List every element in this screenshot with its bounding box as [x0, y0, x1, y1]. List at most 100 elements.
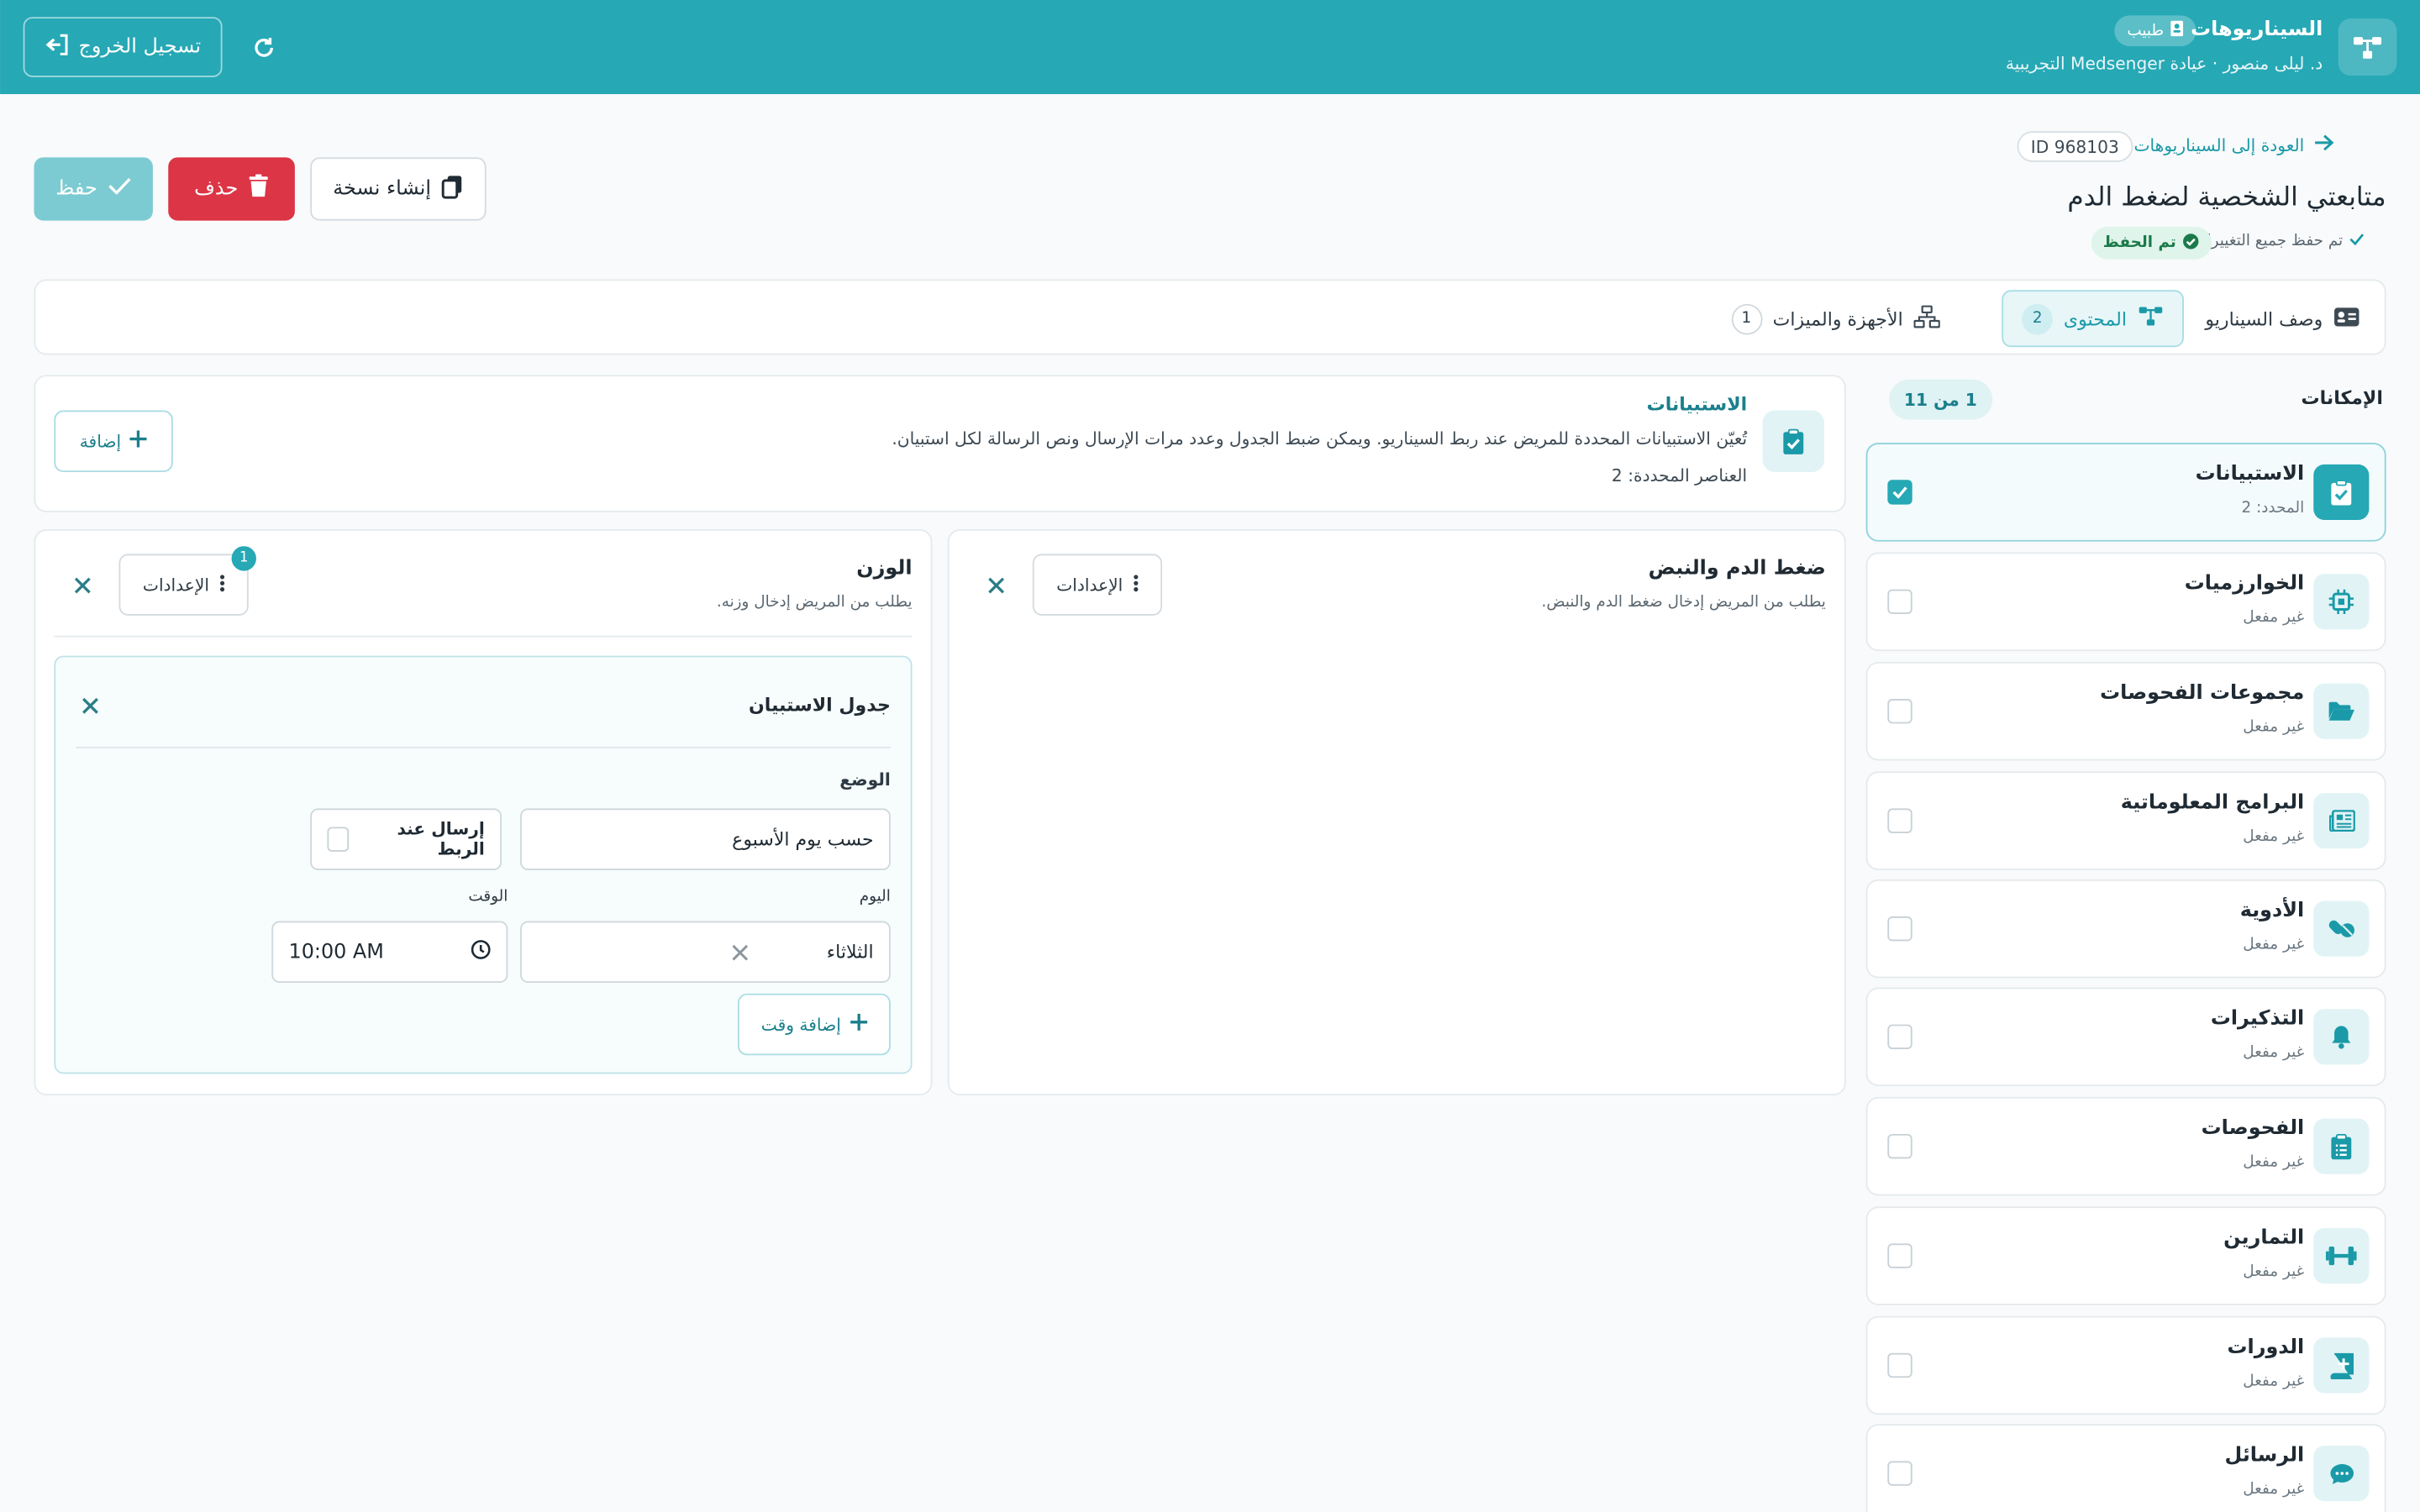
folder-open-icon: [2313, 683, 2370, 739]
logout-label: تسجيل الخروج: [78, 35, 202, 59]
capability-label: الاستبيانات: [2195, 463, 2305, 486]
scenario-logo-icon: [2338, 18, 2397, 76]
capability-checkbox[interactable]: [1887, 699, 1912, 724]
time-input[interactable]: 10:00 AM: [271, 921, 508, 983]
questionnaire-schedule: جدول الاستبيان الوضع حسب يوم الأسبوع إرس…: [54, 655, 913, 1074]
capability-checkbox[interactable]: [1887, 589, 1912, 615]
scenario-tabs: وصف السيناريو المحتوى 2 الأجهزة والميزات…: [34, 279, 2386, 355]
send-on-link-checkbox[interactable]: إرسال عند الربط: [310, 808, 502, 870]
day-select[interactable]: الثلاثاء: [520, 921, 891, 983]
capability-status: غير مفعل: [2243, 1153, 2305, 1172]
capability-item-info-programs[interactable]: البرامج المعلوماتية غير مفعل: [1865, 771, 2386, 870]
questionnaire-card-weight: الوزن يطلب من المريض إدخال وزنه. الإعداد…: [34, 528, 933, 1096]
capability-item-algorithms[interactable]: الخوارزميات غير مفعل: [1865, 552, 2386, 652]
capability-item-exercises[interactable]: التمارين غير مفعل: [1865, 1206, 2386, 1305]
capability-label: الخوارزميات: [2184, 572, 2305, 596]
capability-status: غير مفعل: [2243, 609, 2305, 627]
pills-icon: [2313, 900, 2370, 957]
capability-status: غير مفعل: [2243, 1044, 2305, 1062]
add-time-button[interactable]: إضافة وقت: [737, 993, 891, 1056]
capability-checkbox[interactable]: [1887, 1352, 1912, 1378]
mode-value: حسب يوم الأسبوع: [732, 828, 874, 851]
questionnaire-card-blood-pressure: ضغط الدم والنبض يطلب من المريض إدخال ضغط…: [947, 528, 1846, 1096]
capability-item-examinations[interactable]: الفحوصات غير مفعل: [1865, 1096, 2386, 1196]
capability-checkbox[interactable]: [1887, 1133, 1912, 1159]
capability-checkbox[interactable]: [1887, 1461, 1912, 1486]
settings-count-badge: 1: [231, 546, 256, 571]
save-button[interactable]: حفظ: [34, 157, 153, 221]
add-label: إضافة: [79, 431, 122, 452]
logout-button[interactable]: تسجيل الخروج: [23, 17, 223, 77]
capability-label: الدورات: [2227, 1336, 2305, 1360]
capability-checkbox[interactable]: [1887, 808, 1912, 833]
capability-item-reminders[interactable]: التذكيرات غير مفعل: [1865, 987, 2386, 1087]
saved-badge-label: تم الحفظ: [2102, 234, 2176, 252]
vertical-dots-icon: [1132, 573, 1138, 596]
app-title: السيناريوهات: [2191, 18, 2323, 42]
checkbox-square: [327, 827, 350, 852]
book-plus-icon: [2313, 1337, 2370, 1394]
tab-content[interactable]: المحتوى 2: [2002, 290, 2184, 348]
check-circle-icon: [2182, 232, 2199, 254]
capability-label: التمارين: [2223, 1226, 2305, 1250]
saved-status-badge: تم الحفظ: [2091, 226, 2212, 260]
time-label: الوقت: [468, 888, 508, 906]
settings-button[interactable]: الإعدادات: [1032, 554, 1163, 616]
questionnaires-title: الاستبيانات: [1646, 393, 1748, 416]
role-badge: طبيب: [2114, 15, 2196, 47]
schedule-title: جدول الاستبيان: [748, 694, 891, 717]
capability-label: مجموعات الفحوصات: [2100, 681, 2305, 706]
capability-checkbox[interactable]: [1887, 1243, 1912, 1268]
add-questionnaire-button[interactable]: إضافة: [54, 410, 173, 473]
trash-icon: [249, 174, 269, 204]
copy-icon: [442, 174, 464, 205]
schedule-divider: [76, 746, 891, 748]
close-icon[interactable]: [68, 571, 96, 599]
close-icon[interactable]: [76, 691, 103, 719]
newspaper-icon: [2313, 793, 2370, 849]
tab-description[interactable]: وصف السيناريو: [2186, 290, 2378, 347]
settings-label: الإعدادات: [1056, 575, 1123, 596]
capability-item-questionnaires[interactable]: الاستبيانات المحدد: 2: [1865, 443, 2386, 542]
network-icon: [1913, 304, 1940, 333]
settings-label: الإعدادات: [142, 575, 209, 596]
send-on-link-label: إرسال عند الربط: [397, 819, 485, 860]
delete-label: حذف: [194, 177, 239, 201]
page-title: متابعتي الشخصية لضغط الدم: [2067, 181, 2386, 213]
sign-out-icon: [45, 33, 69, 60]
copy-label: إنشاء نسخة: [333, 177, 432, 201]
card-subtitle: يطلب من المريض إدخال وزنه.: [716, 594, 913, 612]
plus-icon: [850, 1013, 868, 1036]
capabilities-count-badge: 1 من 11: [1888, 379, 1993, 420]
capability-checkbox[interactable]: [1887, 480, 1912, 505]
settings-button[interactable]: الإعدادات: [118, 554, 249, 616]
capability-item-courses[interactable]: الدورات غير مفعل: [1865, 1315, 2386, 1415]
capability-checkbox[interactable]: [1887, 916, 1912, 942]
clock-icon: [471, 940, 491, 964]
capability-item-test-groups[interactable]: مجموعات الفحوصات غير مفعل: [1865, 661, 2386, 761]
capability-label: الفحوصات: [2201, 1116, 2305, 1141]
capability-status: غير مفعل: [2243, 828, 2305, 846]
day-value: الثلاثاء: [826, 941, 874, 963]
plus-icon: [130, 430, 148, 452]
clipboard-list-icon: [2313, 1118, 2370, 1174]
capability-label: البرامج المعلوماتية: [2120, 791, 2305, 815]
back-to-scenarios-link[interactable]: العودة إلى السيناريوهات: [2133, 134, 2334, 156]
chip-icon: [2313, 574, 2370, 630]
create-copy-button[interactable]: إنشاء نسخة: [310, 157, 487, 221]
tab-count-badge: 2: [2022, 302, 2054, 334]
delete-button[interactable]: حذف: [168, 157, 295, 221]
tab-devices-features[interactable]: الأجهزة والميزات 1: [1712, 290, 1959, 347]
remove-time-icon[interactable]: [725, 938, 753, 966]
day-label: اليوم: [859, 888, 891, 906]
questionnaires-panel: الاستبيانات تُعيّن الاستبيانات المحددة ل…: [34, 375, 1846, 512]
capability-item-medications[interactable]: الأدوية غير مفعل: [1865, 879, 2386, 979]
close-icon[interactable]: [981, 571, 1009, 599]
refresh-icon[interactable]: [247, 31, 281, 65]
mode-label: الوضع: [839, 769, 891, 790]
capability-item-messages[interactable]: الرسائل غير مفعل: [1865, 1424, 2386, 1512]
capability-label: الأدوية: [2239, 899, 2305, 923]
capability-checkbox[interactable]: [1887, 1024, 1912, 1049]
mode-select[interactable]: حسب يوم الأسبوع: [520, 808, 891, 870]
saved-note-text: تم حفظ جميع التغييرات: [2192, 233, 2344, 250]
